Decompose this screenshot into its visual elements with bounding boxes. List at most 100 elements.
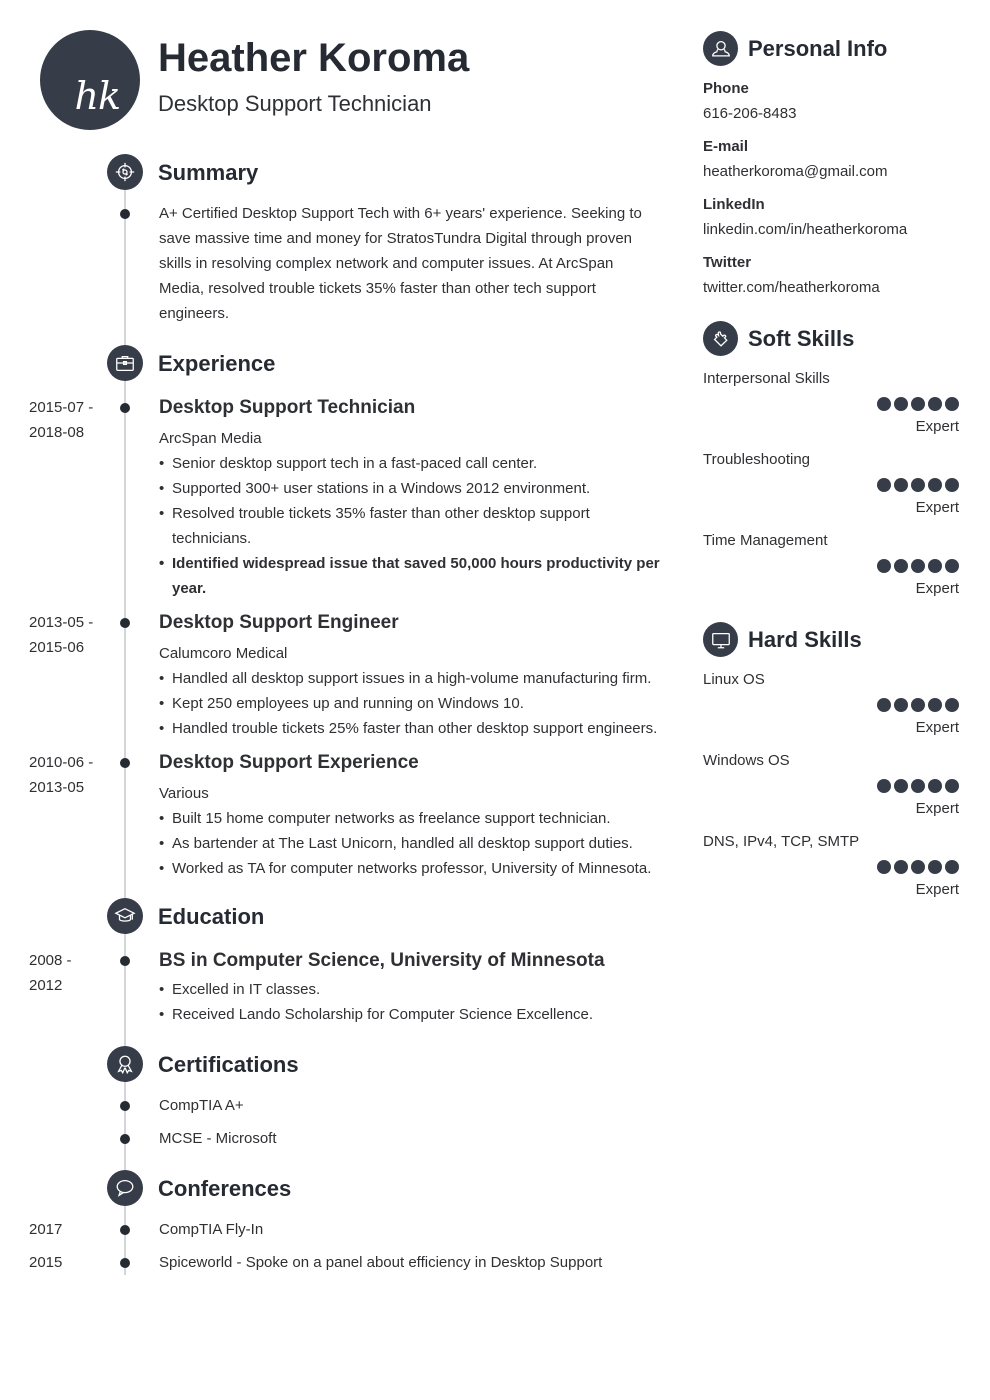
education-bullet: Excelled in IT classes. [159,977,664,1002]
job-title: Desktop Support Experience [159,752,419,773]
rating-dot [877,779,891,793]
education-bullets: Excelled in IT classes. Received Lando S… [159,977,664,1027]
job-bullet-highlight: Identified widespread issue that saved 5… [159,551,664,601]
conference-year: 2017 [29,1221,63,1238]
conference-item: CompTIA Fly-In [159,1221,264,1238]
info-label-twitter: Twitter [703,254,752,271]
job-date-end: 2015-06 [29,639,85,656]
timeline-dot [120,956,130,966]
graduation-cap-icon [107,898,143,934]
conference-item: Spiceworld - Spoke on a panel about effi… [159,1254,603,1271]
job-entry: Desktop Support Technician ArcSpan Media… [159,397,664,601]
info-label-phone: Phone [703,80,749,97]
info-value-twitter[interactable]: twitter.com/heatherkoroma [703,279,880,296]
rating-dot [928,779,942,793]
candidate-title: Desktop Support Technician [158,91,432,116]
puzzle-piece-icon [703,321,738,356]
job-bullet: As bartender at The Last Unicorn, handle… [159,831,664,856]
section-title-personal-info: Personal Info [748,36,888,61]
section-title-summary: Summary [158,160,259,185]
rating-dot [877,860,891,874]
job-bullet: Kept 250 employees up and running on Win… [159,691,664,716]
rating-dot [911,397,925,411]
skill-rating [877,397,959,411]
info-value-email[interactable]: heatherkoroma@gmail.com [703,163,887,180]
skill-level: Expert [915,800,959,817]
job-date: 2015-07 - 2018-08 [29,395,93,445]
section-title-experience: Experience [158,351,276,376]
education-bullet: Received Lando Scholarship for Computer … [159,1002,664,1027]
skill-name: Windows OS [703,752,790,769]
job-bullet: Supported 300+ user stations in a Window… [159,476,664,501]
briefcase-icon [107,345,143,381]
timeline-dot [120,1134,130,1144]
job-bullets: Handled all desktop support issues in a … [159,666,664,741]
rating-dot [928,559,942,573]
skill-rating [877,559,959,573]
rating-dot [911,559,925,573]
job-date-end: 2018-08 [29,424,85,441]
job-company: Calumcoro Medical [159,645,288,662]
summary-text: A+ Certified Desktop Support Tech with 6… [159,205,642,322]
job-bullets: Built 15 home computer networks as freel… [159,806,664,881]
timeline-dot [120,209,130,219]
info-value-phone[interactable]: 616-206-8483 [703,105,796,122]
rating-dot [928,478,942,492]
job-date-start: 2015-07 - [29,399,94,416]
job-company: Various [159,785,209,802]
info-label-linkedin: LinkedIn [703,196,765,213]
education-date: 2008 - 2012 [29,948,72,998]
skill-rating [877,698,959,712]
skill-name: Troubleshooting [703,451,811,468]
skill-name: DNS, IPv4, TCP, SMTP [703,833,860,850]
certification-item: MCSE - Microsoft [159,1130,277,1147]
job-entry: Desktop Support Engineer Calumcoro Medic… [159,612,664,741]
job-company: ArcSpan Media [159,430,262,447]
job-entry: Desktop Support Experience Various Built… [159,752,664,881]
rating-dot [928,698,942,712]
rating-dot [945,478,959,492]
timeline-dot [120,1258,130,1268]
resume-page: hk Heather Koroma Desktop Support Techni… [0,0,990,1400]
job-title: Desktop Support Engineer [159,612,399,633]
skill-level: Expert [915,418,959,435]
rating-dot [911,478,925,492]
job-date: 2013-05 - 2015-06 [29,610,93,660]
skill-rating [877,779,959,793]
rating-dot [877,478,891,492]
rating-dot [894,860,908,874]
skill-level: Expert [915,499,959,516]
section-title-hard-skills: Hard Skills [748,627,862,652]
section-title-soft-skills: Soft Skills [748,326,855,351]
section-title-conferences: Conferences [158,1176,292,1201]
rating-dot [877,698,891,712]
rating-dot [945,698,959,712]
certification-item: CompTIA A+ [159,1097,244,1114]
skill-level: Expert [915,881,959,898]
speech-bubble-icon [107,1170,143,1206]
rating-dot [894,478,908,492]
job-date-start: 2010-06 - [29,754,94,771]
rating-dot [911,779,925,793]
rating-dot [928,397,942,411]
candidate-name: Heather Koroma [158,36,470,80]
job-bullet: Worked as TA for computer networks profe… [159,856,664,881]
user-icon [703,31,738,66]
rating-dot [928,860,942,874]
rating-dot [894,698,908,712]
timeline-dot [120,1225,130,1235]
skill-level: Expert [915,580,959,597]
avatar-initials: hk [74,74,121,118]
info-value-linkedin[interactable]: linkedin.com/in/heatherkoroma [703,221,907,238]
rating-dot [894,779,908,793]
avatar: hk [40,30,140,130]
rating-dot [894,397,908,411]
job-title: Desktop Support Technician [159,397,416,418]
award-ribbon-icon [107,1046,143,1082]
info-label-email: E-mail [703,138,749,155]
education-entry: BS in Computer Science, University of Mi… [159,950,664,1027]
job-bullet: Senior desktop support tech in a fast-pa… [159,451,664,476]
job-bullet: Resolved trouble tickets 35% faster than… [159,501,664,551]
rating-dot [945,559,959,573]
skill-rating [877,860,959,874]
